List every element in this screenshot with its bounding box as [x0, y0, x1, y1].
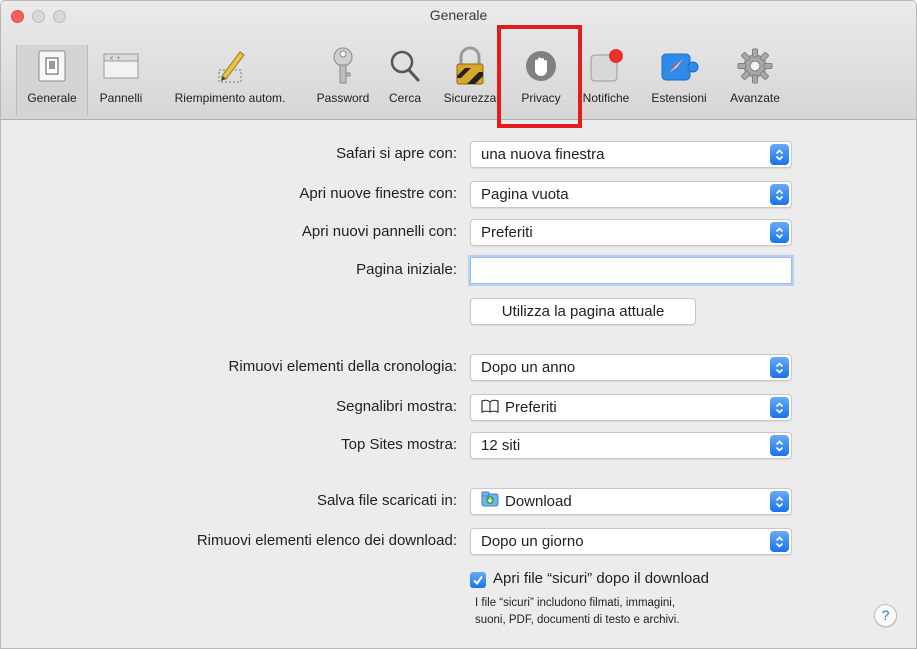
download-location-popup[interactable]: Download — [470, 488, 792, 515]
checkmark-icon — [473, 575, 483, 586]
hand-icon — [518, 45, 564, 87]
chevron-updown-icon — [770, 144, 789, 165]
tab-avanzate[interactable]: Avanzate — [719, 45, 791, 115]
chevron-updown-icon — [770, 222, 789, 243]
new-tabs-label: Apri nuovi pannelli con: — [301, 223, 457, 240]
tabs-icon: × + — [98, 45, 144, 87]
tab-privacy[interactable]: Privacy — [511, 45, 571, 115]
tab-notifiche[interactable]: Notifiche — [573, 45, 639, 115]
remove-history-value: Dopo un anno — [481, 359, 576, 376]
chevron-updown-icon — [770, 491, 789, 512]
tab-cerca-label: Cerca — [388, 91, 421, 105]
tab-sicurezza-label: Sicurezza — [443, 91, 497, 105]
compass-icon — [656, 45, 702, 87]
chevron-updown-icon — [770, 531, 789, 552]
remove-history-popup[interactable]: Dopo un anno — [470, 354, 792, 381]
tab-password-label: Password — [316, 91, 370, 105]
book-icon — [481, 396, 499, 421]
chevron-updown-icon — [770, 397, 789, 418]
use-current-page-button[interactable]: Utilizza la pagina attuale — [470, 298, 696, 325]
padlock-icon — [447, 45, 493, 87]
chevron-updown-icon — [770, 435, 789, 456]
homepage-field[interactable] — [470, 257, 792, 284]
new-windows-popup[interactable]: Pagina vuota — [470, 181, 792, 208]
tab-sicurezza[interactable]: Sicurezza — [432, 45, 508, 115]
remove-download-value: Dopo un giorno — [481, 533, 584, 550]
tab-riempimento[interactable]: Riempimento autom. — [156, 45, 304, 115]
switch-icon — [29, 45, 75, 87]
tab-estensioni[interactable]: Estensioni — [641, 45, 717, 115]
tab-estensioni-label: Estensioni — [651, 91, 707, 105]
svg-text:× +: × + — [109, 55, 121, 62]
window-title: Generale — [429, 7, 488, 23]
download-location-label: Salva file scaricati in: — [316, 492, 457, 509]
download-location-value: Download — [505, 493, 572, 510]
top-sites-value: 12 siti — [481, 437, 521, 454]
tab-generale-label: Generale — [27, 91, 77, 105]
safari-opens-with-label: Safari si apre con: — [336, 145, 457, 162]
key-icon — [320, 45, 366, 87]
tab-privacy-label: Privacy — [521, 91, 561, 105]
favorites-shows-popup[interactable]: Preferiti — [470, 394, 792, 421]
help-button[interactable]: ? — [874, 604, 897, 627]
download-folder-icon — [481, 490, 499, 515]
new-tabs-value: Preferiti — [481, 224, 533, 241]
open-safe-files-label[interactable]: Apri file “sicuri” dopo il download — [493, 570, 709, 587]
new-windows-label: Apri nuove finestre con: — [299, 185, 457, 202]
tab-riempimento-label: Riempimento autom. — [174, 91, 286, 105]
open-safe-files-checkbox[interactable] — [470, 572, 486, 588]
tab-pannelli-label: Pannelli — [99, 91, 143, 105]
tab-avanzate-label: Avanzate — [730, 91, 780, 105]
remove-download-popup[interactable]: Dopo un giorno — [470, 528, 792, 555]
preferences-window: Generale Generale × + Pannelli Riempimen… — [0, 0, 917, 649]
safari-opens-with-popup[interactable]: una nuova finestra — [470, 141, 792, 168]
safe-files-note-line2: suoni, PDF, documenti di testo e archivi… — [475, 614, 680, 626]
new-tabs-popup[interactable]: Preferiti — [470, 219, 792, 246]
chevron-updown-icon — [770, 184, 789, 205]
remove-download-label: Rimuovi elementi elenco dei download: — [196, 532, 457, 549]
tab-notifiche-label: Notifiche — [582, 91, 630, 105]
tab-generale[interactable]: Generale — [16, 45, 88, 115]
tab-password[interactable]: Password — [308, 45, 378, 115]
safe-files-note-line1: I file “sicuri” includono filmati, immag… — [475, 597, 676, 609]
remove-history-label: Rimuovi elementi della cronologia: — [228, 358, 457, 375]
safari-opens-with-value: una nuova finestra — [481, 146, 605, 163]
favorites-shows-value: Preferiti — [505, 399, 557, 416]
favorites-shows-label: Segnalibri mostra: — [336, 398, 457, 415]
homepage-label: Pagina iniziale: — [356, 261, 457, 278]
magnifier-icon — [382, 45, 428, 87]
notification-icon — [583, 45, 629, 87]
safe-files-note: I file “sicuri” includono filmati, immag… — [475, 595, 680, 629]
toolbar: Generale Generale × + Pannelli Riempimen… — [1, 1, 916, 120]
tab-pannelli[interactable]: × + Pannelli — [91, 45, 151, 115]
new-windows-value: Pagina vuota — [481, 186, 569, 203]
top-sites-label: Top Sites mostra: — [341, 436, 457, 453]
top-sites-popup[interactable]: 12 siti — [470, 432, 792, 459]
chevron-updown-icon — [770, 357, 789, 378]
tab-cerca[interactable]: Cerca — [379, 45, 431, 115]
pencil-icon — [207, 45, 253, 87]
gear-icon — [732, 45, 778, 87]
